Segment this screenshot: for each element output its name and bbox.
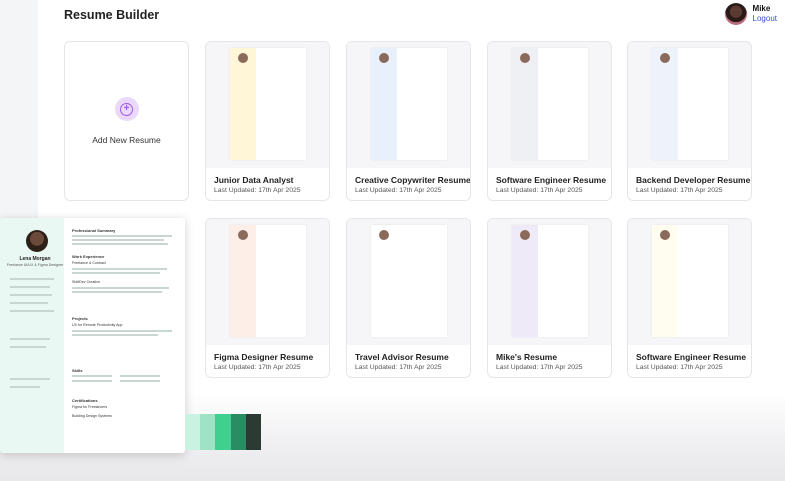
resume-date: Last Updated: 17th Apr 2025 [636, 187, 723, 194]
add-icon: + [114, 97, 139, 121]
logout-link[interactable]: Logout [753, 14, 777, 24]
preview-photo [26, 230, 48, 252]
preview-item: Building Design Systems [72, 414, 112, 418]
resume-card[interactable]: Mike's Resume Last Updated: 17th Apr 202… [487, 218, 612, 378]
resume-thumbnail [206, 219, 329, 345]
resume-date: Last Updated: 17th Apr 2025 [496, 364, 583, 371]
preview-section: Professional Summary [72, 228, 116, 233]
resume-date: Last Updated: 17th Apr 2025 [214, 187, 301, 194]
resume-date: Last Updated: 17th Apr 2025 [355, 364, 442, 371]
preview-section: Certifications [72, 398, 98, 403]
preview-item: Figma for Freelancers [72, 405, 108, 409]
resume-title: Software Engineer Resume [496, 175, 607, 185]
resume-preview-popup: Lena Morgan Freelance UI/UX & Figma Desi… [0, 218, 185, 453]
swatch[interactable] [185, 414, 201, 450]
resume-date: Last Updated: 17th Apr 2025 [636, 364, 723, 371]
preview-role: Freelance UI/UX & Figma Designer [6, 263, 64, 267]
user-menu: Mike Logout [724, 3, 777, 25]
resume-title: Mike's Resume [496, 352, 558, 362]
preview-section: Skills [72, 368, 83, 373]
preview-item: UX for Remote Productivity App [72, 323, 123, 327]
resume-card[interactable]: Software Engineer Resume Last Updated: 1… [627, 218, 752, 378]
resume-title: Creative Copywriter Resume [355, 175, 471, 185]
resume-card[interactable]: Creative Copywriter Resume Last Updated:… [346, 41, 471, 201]
resume-date: Last Updated: 17th Apr 2025 [355, 187, 442, 194]
preview-section: Projects [72, 316, 88, 321]
preview-item: ShiftDev Creative [72, 280, 100, 284]
add-new-resume-label: Add New Resume [92, 135, 161, 145]
swatch[interactable] [245, 414, 262, 450]
resume-title: Figma Designer Resume [214, 352, 314, 362]
resume-card[interactable]: Junior Data Analyst Last Updated: 17th A… [205, 41, 330, 201]
preview-section: Work Experience [72, 254, 105, 259]
resume-title: Junior Data Analyst [214, 175, 294, 185]
resume-thumbnail [347, 42, 470, 168]
avatar[interactable] [724, 3, 747, 25]
swatch[interactable] [215, 414, 231, 450]
resume-card[interactable]: Software Engineer Resume Last Updated: 1… [487, 41, 612, 201]
preview-item: Freelance & Contract [72, 261, 106, 265]
resume-thumbnail [628, 219, 751, 345]
user-info: Mike Logout [753, 4, 777, 24]
resume-thumbnail [628, 42, 751, 168]
resume-title: Software Engineer Resume [636, 352, 747, 362]
user-name: Mike [752, 4, 771, 13]
resume-thumbnail [206, 42, 329, 168]
color-swatches [185, 414, 262, 450]
swatch[interactable] [230, 414, 246, 450]
resume-card[interactable]: Backend Developer Resume Last Updated: 1… [627, 41, 752, 201]
page-title: Resume Builder [64, 8, 160, 22]
resume-thumbnail [347, 219, 470, 345]
swatch[interactable] [200, 414, 216, 450]
add-new-resume-card[interactable]: + Add New Resume [64, 41, 189, 201]
preview-sidebar [0, 218, 64, 453]
resume-title: Travel Advisor Resume [355, 352, 449, 362]
resume-date: Last Updated: 17th Apr 2025 [214, 364, 301, 371]
resume-card[interactable]: Figma Designer Resume Last Updated: 17th… [205, 218, 330, 378]
resume-thumbnail [488, 42, 611, 168]
resume-title: Backend Developer Resume [636, 175, 751, 185]
preview-name: Lena Morgan [19, 256, 51, 262]
resume-date: Last Updated: 17th Apr 2025 [496, 187, 583, 194]
resume-thumbnail [488, 219, 611, 345]
resume-card[interactable]: Travel Advisor Resume Last Updated: 17th… [346, 218, 471, 378]
